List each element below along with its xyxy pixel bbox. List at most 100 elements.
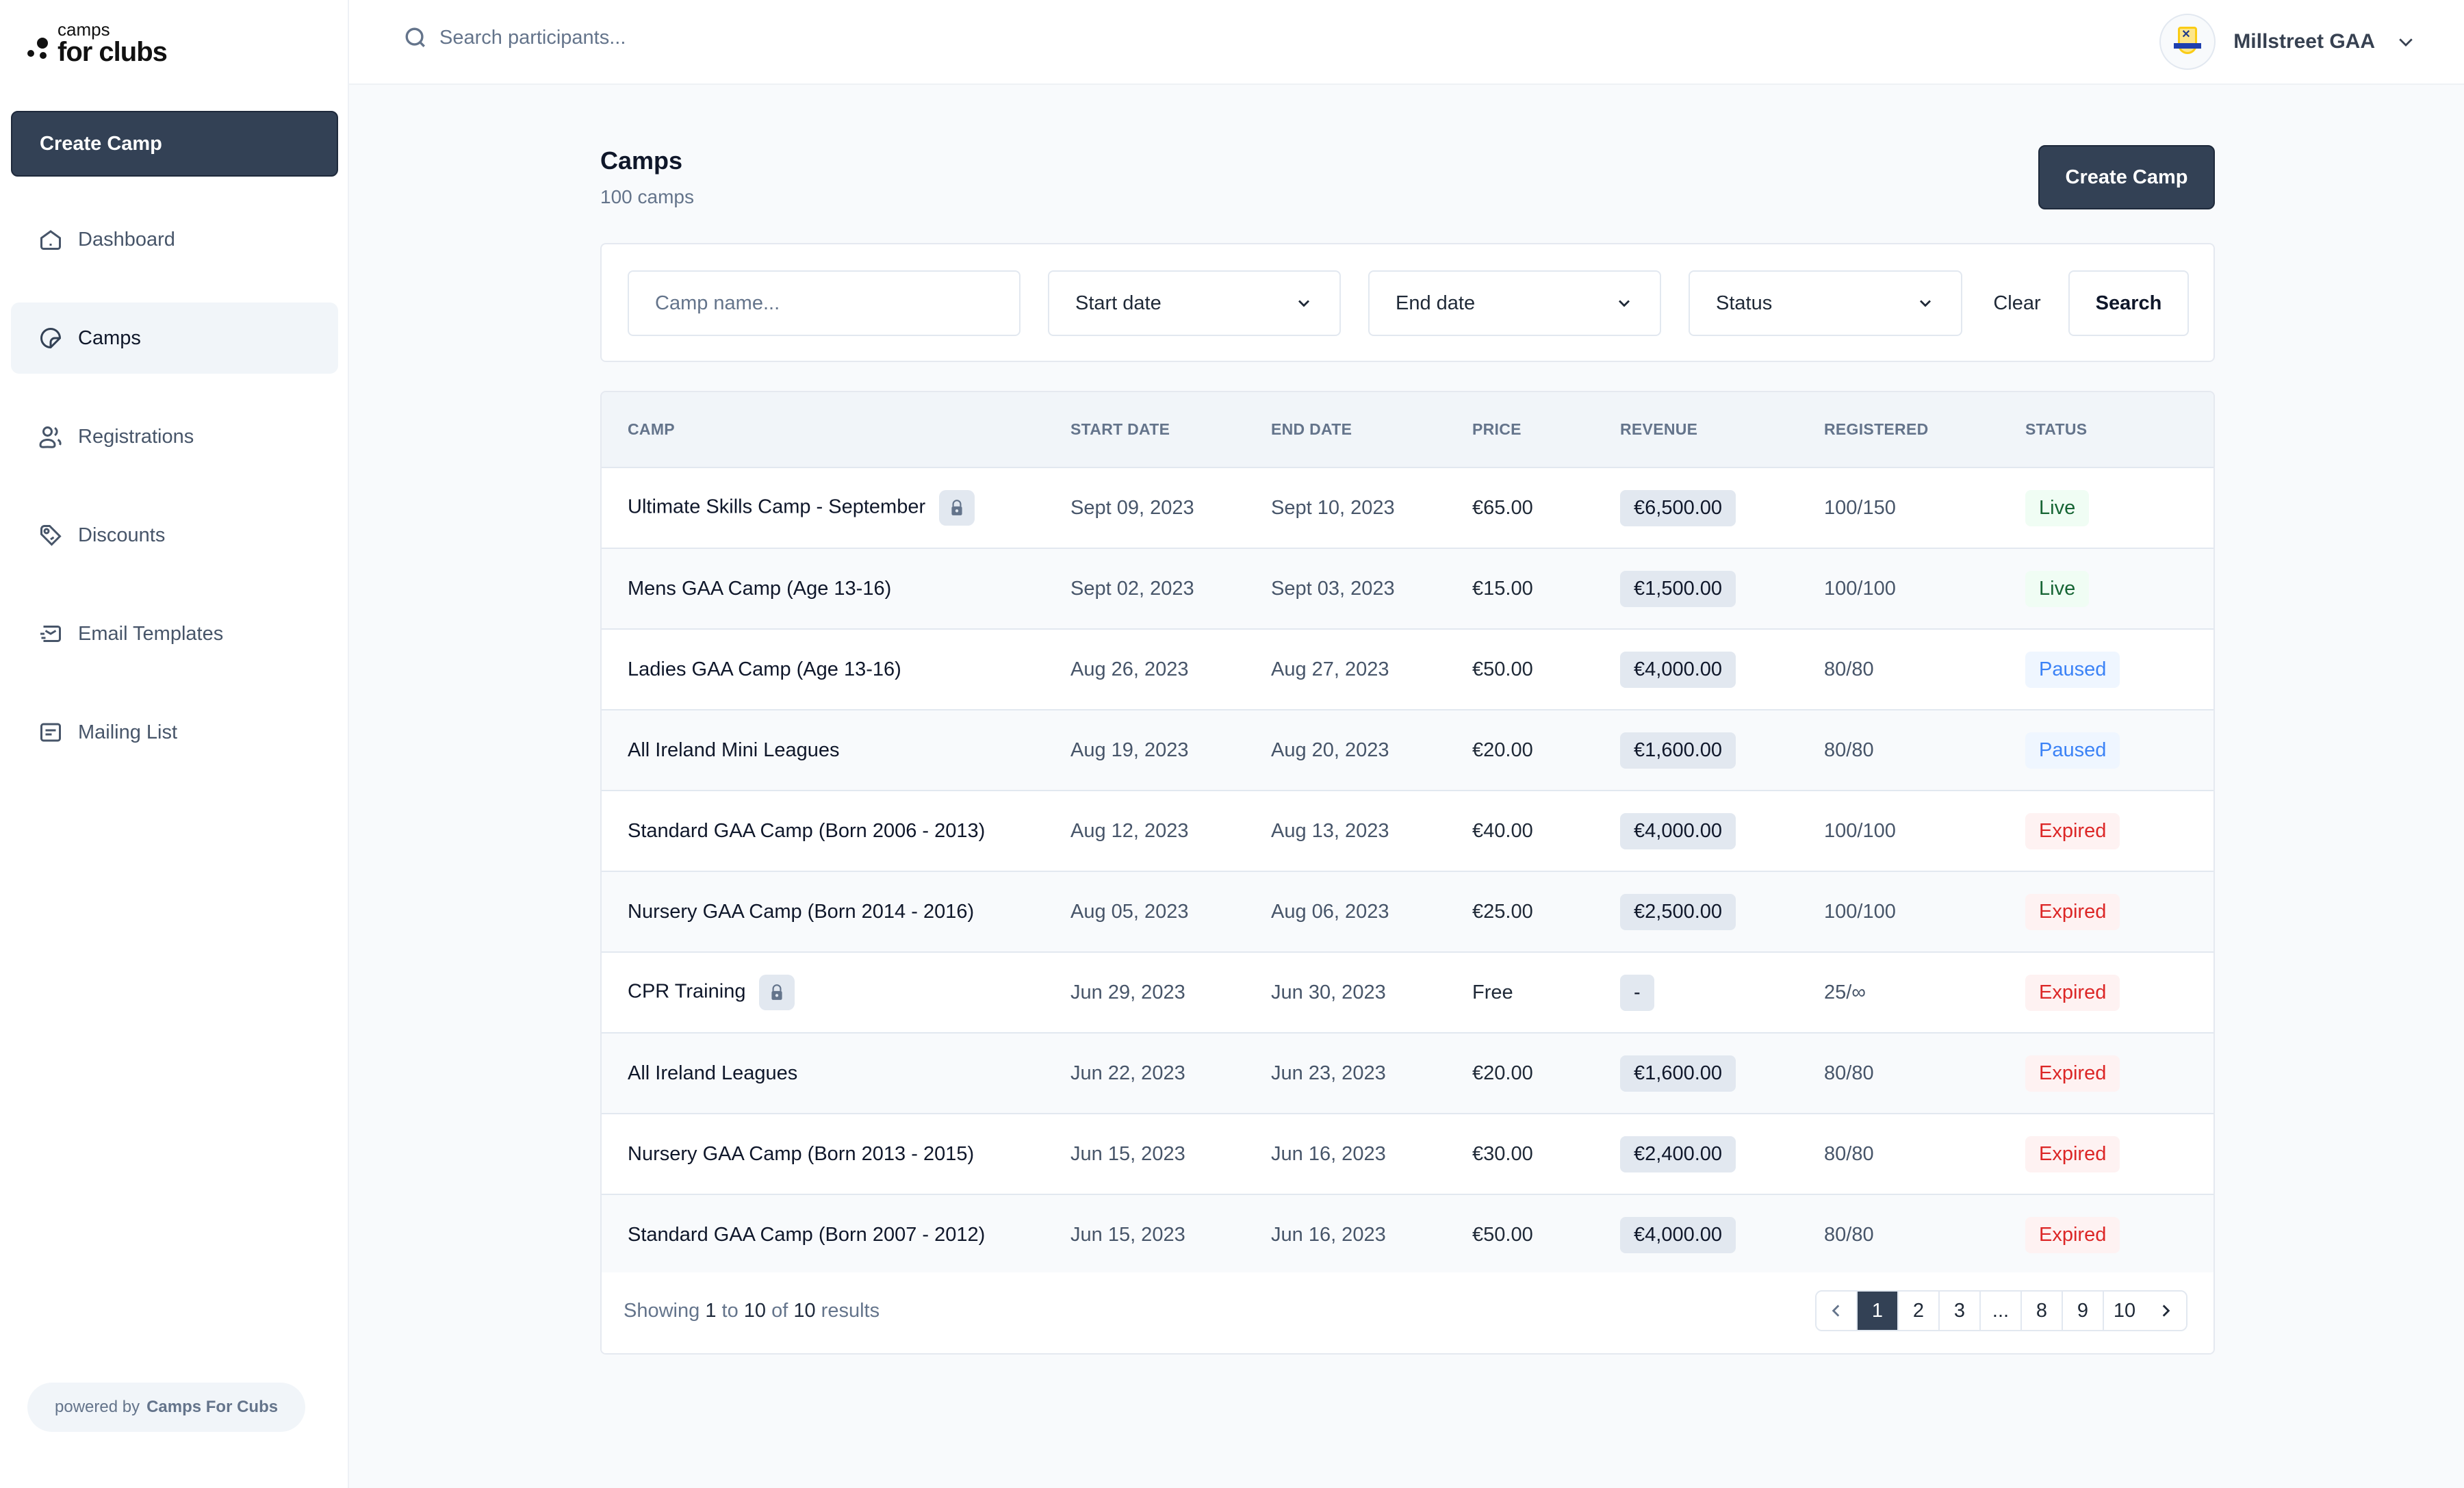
page-button[interactable]: 2 bbox=[1899, 1292, 1940, 1330]
table-row[interactable]: Standard GAA Camp (Born 2007 - 2012) Jun … bbox=[602, 1194, 2213, 1275]
next-page-button[interactable] bbox=[2145, 1292, 2186, 1330]
status-label: Status bbox=[1716, 292, 1773, 314]
clear-filters-button[interactable]: Clear bbox=[1984, 270, 2050, 336]
end-date-label: End date bbox=[1396, 292, 1476, 314]
sidebar-item-registrations[interactable]: Registrations bbox=[11, 401, 338, 472]
column-header-revenue[interactable]: REVENUE bbox=[1620, 392, 1824, 468]
revenue-badge: €4,000.00 bbox=[1620, 1216, 1736, 1253]
search-button[interactable]: Search bbox=[2068, 270, 2189, 336]
page-button[interactable]: 9 bbox=[2063, 1292, 2104, 1330]
camp-name-cell[interactable]: Ultimate Skills Camp - September bbox=[602, 467, 1070, 548]
camp-name[interactable]: Ultimate Skills Camp - September bbox=[628, 496, 925, 518]
column-header-start-date[interactable]: START DATE bbox=[1070, 392, 1271, 468]
sidebar-item-email-templates[interactable]: Email Templates bbox=[11, 598, 338, 669]
revenue-cell: €1,600.00 bbox=[1620, 710, 1824, 791]
start-date-cell: Sept 09, 2023 bbox=[1070, 496, 1194, 519]
create-camp-button[interactable]: Create Camp bbox=[2038, 145, 2215, 209]
camp-name-cell[interactable]: Standard GAA Camp (Born 2006 - 2013) bbox=[602, 791, 1070, 871]
column-header-end-date[interactable]: END DATE bbox=[1271, 392, 1472, 468]
camp-name[interactable]: Standard GAA Camp (Born 2007 - 2012) bbox=[628, 1224, 985, 1246]
registered-cell: 80/80 bbox=[1824, 1223, 1874, 1246]
sidebar-item-label: Discounts bbox=[78, 524, 166, 546]
price-cell: €50.00 bbox=[1472, 1223, 1533, 1246]
table-row[interactable]: CPR Training Jun 29, 2023 Jun 30, 2023 Free… bbox=[602, 952, 2213, 1033]
lock-icon[interactable] bbox=[759, 975, 795, 1010]
previous-page-button[interactable] bbox=[1817, 1292, 1858, 1330]
camp-name[interactable]: Nursery GAA Camp (Born 2014 - 2016) bbox=[628, 901, 974, 923]
column-header-registered[interactable]: REGISTERED bbox=[1824, 392, 2025, 468]
start-date-cell: Aug 26, 2023 bbox=[1070, 658, 1189, 680]
account-menu[interactable]: ✕ Millstreet GAA bbox=[2159, 14, 2416, 70]
status-cell: Paused bbox=[2025, 629, 2213, 710]
camp-name-cell[interactable]: Nursery GAA Camp (Born 2013 - 2015) bbox=[602, 1114, 1070, 1194]
revenue-cell: €1,600.00 bbox=[1620, 1033, 1824, 1114]
price-cell: €30.00 bbox=[1472, 1142, 1533, 1165]
camp-name-cell[interactable]: All Ireland Leagues bbox=[602, 1033, 1070, 1114]
camp-name-cell[interactable]: Mens GAA Camp (Age 13-16) bbox=[602, 548, 1070, 629]
revenue-badge: €1,600.00 bbox=[1620, 732, 1736, 769]
chevron-down-icon bbox=[2399, 38, 2413, 47]
lock-icon[interactable] bbox=[939, 490, 975, 526]
camp-name-input[interactable] bbox=[628, 270, 1021, 336]
status-cell: Expired bbox=[2025, 1114, 2213, 1194]
price-cell: Free bbox=[1472, 981, 1513, 1003]
chevron-down-icon bbox=[1298, 300, 1309, 307]
page-button[interactable]: 3 bbox=[1940, 1292, 1981, 1330]
sidebar-item-camps[interactable]: Camps bbox=[11, 303, 338, 374]
registered-cell: 100/100 bbox=[1824, 900, 1896, 923]
column-header-status[interactable]: STATUS bbox=[2025, 392, 2213, 468]
column-header-camp[interactable]: CAMP bbox=[602, 392, 1070, 468]
camp-name[interactable]: Standard GAA Camp (Born 2006 - 2013) bbox=[628, 820, 985, 842]
sidebar-item-mailing-list[interactable]: Mailing List bbox=[11, 697, 338, 768]
status-cell: Expired bbox=[2025, 1033, 2213, 1114]
camp-name[interactable]: Mens GAA Camp (Age 13-16) bbox=[628, 578, 891, 600]
camp-name-cell[interactable]: Ladies GAA Camp (Age 13-16) bbox=[602, 629, 1070, 710]
start-date-cell: Aug 05, 2023 bbox=[1070, 900, 1189, 923]
top-bar: ✕ Millstreet GAA bbox=[349, 0, 2464, 85]
camp-name-cell[interactable]: All Ireland Mini Leagues bbox=[602, 710, 1070, 791]
page-button[interactable]: 10 bbox=[2104, 1292, 2145, 1330]
showing-prefix: Showing bbox=[624, 1300, 700, 1322]
list-icon bbox=[40, 723, 61, 742]
table-header-row: CAMP START DATE END DATE PRICE REVENUE R… bbox=[602, 392, 2213, 468]
camp-name-cell[interactable]: Nursery GAA Camp (Born 2014 - 2016) bbox=[602, 871, 1070, 952]
sidebar-item-discounts[interactable]: Discounts bbox=[11, 500, 338, 571]
sidebar-item-dashboard[interactable]: Dashboard bbox=[11, 204, 338, 275]
start-date-cell: Aug 12, 2023 bbox=[1070, 819, 1189, 842]
table-row[interactable]: Standard GAA Camp (Born 2006 - 2013) Aug … bbox=[602, 791, 2213, 871]
search-participants-input[interactable] bbox=[439, 26, 919, 49]
end-date-cell: Aug 20, 2023 bbox=[1271, 739, 1389, 761]
start-date-select[interactable]: Start date bbox=[1048, 270, 1341, 336]
brand-logo[interactable]: camps for clubs bbox=[26, 21, 168, 66]
start-date-label: Start date bbox=[1075, 292, 1162, 314]
status-badge: Live bbox=[2025, 570, 2090, 607]
table-row[interactable]: Ladies GAA Camp (Age 13-16) Aug 26, 2023 A… bbox=[602, 629, 2213, 710]
table-row[interactable]: Nursery GAA Camp (Born 2013 - 2015) Jun 1… bbox=[602, 1114, 2213, 1194]
camp-name[interactable]: Nursery GAA Camp (Born 2013 - 2015) bbox=[628, 1143, 974, 1165]
table-row[interactable]: All Ireland Mini Leagues Aug 19, 2023 Aug … bbox=[602, 710, 2213, 791]
table-row[interactable]: Ultimate Skills Camp - September Sept 09,… bbox=[602, 467, 2213, 548]
powered-by-badge[interactable]: powered by Camps For Cubs bbox=[27, 1383, 306, 1432]
chevron-down-icon bbox=[1920, 300, 1931, 307]
end-date-cell: Jun 16, 2023 bbox=[1271, 1142, 1386, 1165]
end-date-select[interactable]: End date bbox=[1368, 270, 1661, 336]
camp-name[interactable]: Ladies GAA Camp (Age 13-16) bbox=[628, 658, 901, 680]
table-row[interactable]: All Ireland Leagues Jun 22, 2023 Jun 23, 2… bbox=[602, 1033, 2213, 1114]
page-button[interactable]: 8 bbox=[2022, 1292, 2063, 1330]
camp-name[interactable]: All Ireland Leagues bbox=[628, 1062, 797, 1084]
sidebar-create-camp-button[interactable]: Create Camp bbox=[11, 111, 338, 177]
camp-name-cell[interactable]: Standard GAA Camp (Born 2007 - 2012) bbox=[602, 1194, 1070, 1275]
home-icon bbox=[40, 230, 61, 250]
status-select[interactable]: Status bbox=[1689, 270, 1962, 336]
showing-to-word: to bbox=[721, 1300, 739, 1322]
sidebar-item-label: Email Templates bbox=[78, 622, 224, 645]
powered-by-prefix: powered by bbox=[55, 1398, 140, 1416]
table-row[interactable]: Nursery GAA Camp (Born 2014 - 2016) Aug 0… bbox=[602, 871, 2213, 952]
camp-name[interactable]: CPR Training bbox=[628, 981, 745, 1003]
page-button[interactable]: 1 bbox=[1858, 1292, 1899, 1330]
column-header-price[interactable]: PRICE bbox=[1472, 392, 1620, 468]
table-row[interactable]: Mens GAA Camp (Age 13-16) Sept 02, 2023 Se… bbox=[602, 548, 2213, 629]
camp-name[interactable]: All Ireland Mini Leagues bbox=[628, 739, 840, 761]
camp-name-cell[interactable]: CPR Training bbox=[602, 952, 1070, 1033]
revenue-cell: €2,500.00 bbox=[1620, 871, 1824, 952]
